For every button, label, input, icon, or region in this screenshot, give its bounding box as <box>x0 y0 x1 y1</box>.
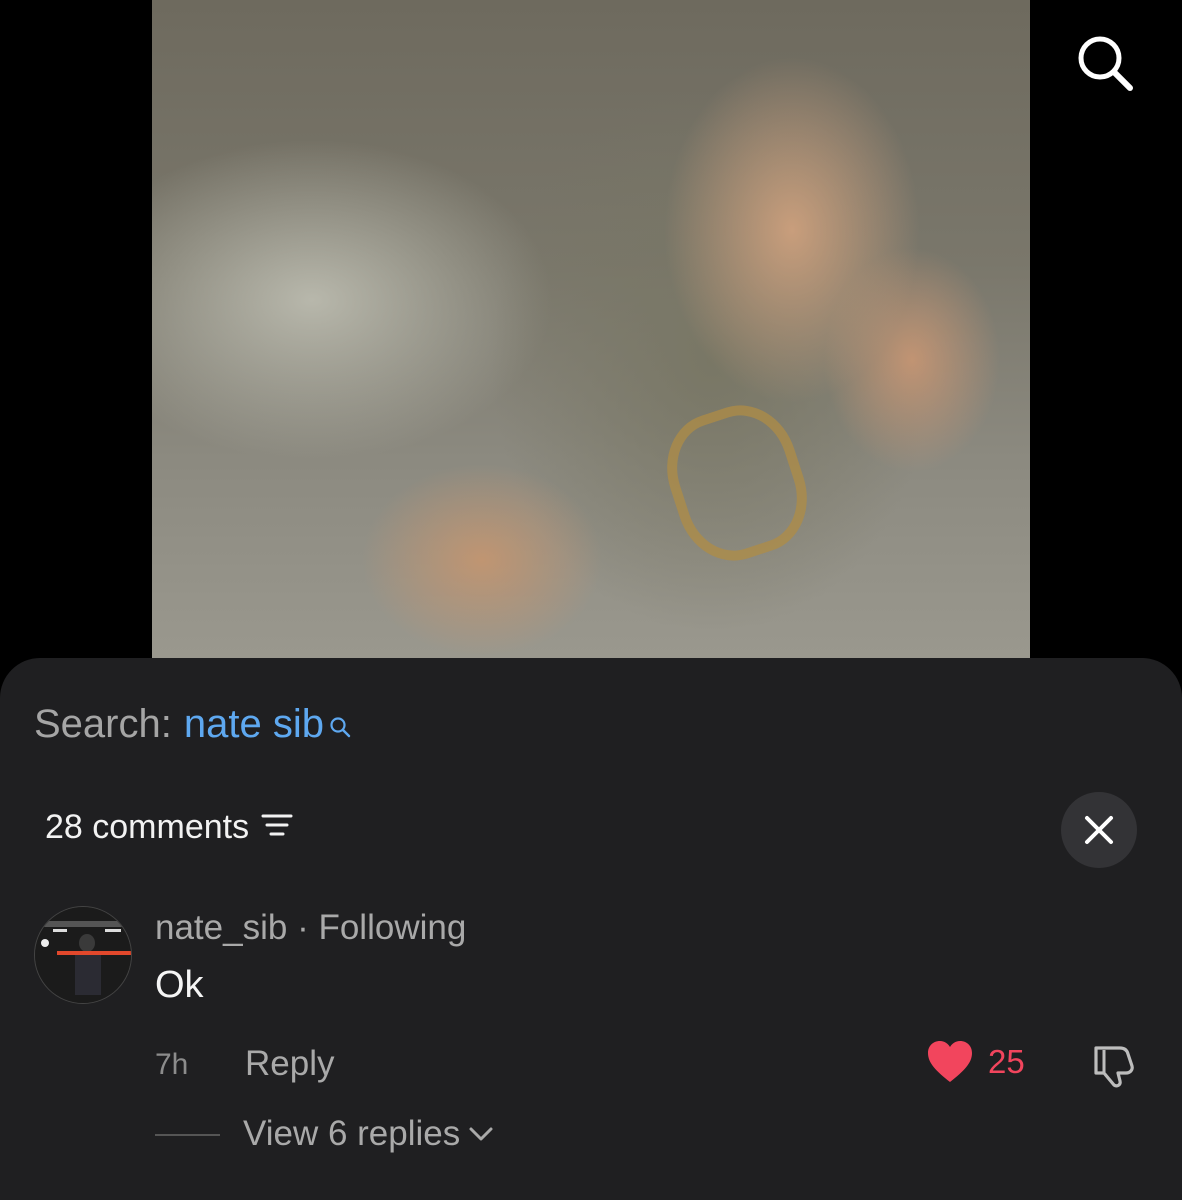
view-replies-button[interactable]: View 6 replies <box>243 1114 494 1154</box>
close-icon <box>1085 816 1113 844</box>
comments-sheet: Search: nate sib 28 comments nate_sib · … <box>0 658 1182 1200</box>
chevron-down-icon <box>469 1127 493 1141</box>
like-button[interactable]: 25 <box>926 1040 1025 1084</box>
replies-divider <box>155 1134 220 1136</box>
sort-filter-icon[interactable] <box>261 808 293 847</box>
comment-time: 7h <box>155 1048 189 1081</box>
comments-count: 28 comments <box>45 808 250 846</box>
like-count: 25 <box>988 1043 1025 1080</box>
comments-header: 28 comments <box>45 808 293 847</box>
dislike-icon[interactable] <box>1090 1040 1140 1090</box>
search-label: Search: <box>34 702 172 746</box>
video-content-detail <box>652 391 822 575</box>
comment-text: Ok <box>155 964 204 1006</box>
video-frame[interactable] <box>152 0 1030 658</box>
search-small-icon <box>328 704 352 749</box>
following-label: Following <box>318 908 467 947</box>
comment-meta: nate_sib · Following <box>155 908 466 948</box>
video-player[interactable] <box>0 0 1182 660</box>
search-query-link[interactable]: nate sib <box>184 702 324 747</box>
heart-icon <box>928 1041 972 1082</box>
view-replies-label: View 6 replies <box>243 1114 461 1153</box>
meta-separator: · <box>297 908 309 947</box>
comment-author[interactable]: nate_sib <box>155 908 287 947</box>
close-button[interactable] <box>1061 792 1137 868</box>
search-icon[interactable] <box>1072 30 1136 94</box>
avatar[interactable] <box>34 906 132 1004</box>
related-search[interactable]: Search: nate sib <box>34 702 352 749</box>
reply-button[interactable]: Reply <box>245 1044 334 1084</box>
